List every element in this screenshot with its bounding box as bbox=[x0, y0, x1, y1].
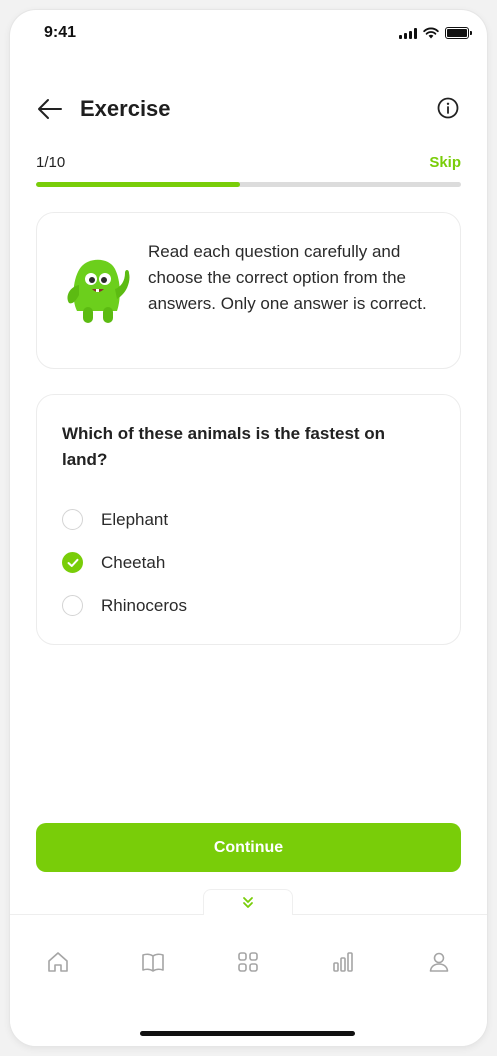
progress-fill bbox=[36, 182, 240, 187]
progress-count: 1/10 bbox=[36, 154, 66, 171]
wifi-icon bbox=[423, 27, 439, 39]
answer-option-rhinoceros[interactable]: Rhinoceros bbox=[62, 595, 187, 616]
mascot-illustration bbox=[67, 259, 130, 323]
continue-button[interactable]: Continue bbox=[36, 823, 461, 872]
home-indicator bbox=[140, 1031, 355, 1036]
option-label: Rhinoceros bbox=[101, 595, 187, 615]
back-button[interactable] bbox=[36, 96, 64, 122]
radio-button[interactable] bbox=[62, 595, 83, 616]
nav-item-profile[interactable] bbox=[426, 949, 452, 975]
double-chevron-down-icon bbox=[243, 896, 253, 908]
nav-item-stats[interactable] bbox=[330, 949, 356, 975]
home-icon bbox=[48, 952, 68, 972]
nav-item-categories[interactable] bbox=[235, 949, 261, 975]
progress-bar bbox=[36, 182, 461, 187]
nav-item-learn[interactable] bbox=[140, 949, 166, 975]
check-icon bbox=[67, 558, 78, 567]
radio-button[interactable] bbox=[62, 509, 83, 530]
answer-option-elephant[interactable]: Elephant bbox=[62, 509, 168, 530]
status-icons bbox=[399, 27, 472, 39]
nav-item-home[interactable] bbox=[45, 949, 71, 975]
question-text: Which of these animals is the fastest on… bbox=[62, 424, 386, 469]
skip-button[interactable]: Skip bbox=[429, 154, 461, 171]
bar-chart-icon bbox=[333, 952, 353, 972]
status-time: 9:41 bbox=[44, 24, 77, 41]
expand-nav-button[interactable] bbox=[203, 889, 293, 915]
user-icon bbox=[429, 952, 449, 972]
answer-option-cheetah[interactable]: Cheetah bbox=[62, 552, 165, 573]
arrow-left-icon bbox=[38, 99, 62, 119]
option-label: Cheetah bbox=[101, 552, 166, 572]
book-icon bbox=[142, 953, 164, 972]
question-card: Which of these animals is the fastest on… bbox=[36, 394, 461, 645]
info-icon bbox=[437, 97, 459, 119]
radio-button-checked[interactable] bbox=[62, 552, 83, 573]
phone-screen: 9:41 Exercise 1/10 Skip Read each questi… bbox=[10, 10, 487, 1046]
instruction-card: Read each question carefully and choose … bbox=[36, 212, 461, 369]
grid-icon bbox=[238, 952, 258, 972]
battery-icon bbox=[445, 27, 472, 39]
cellular-signal-icon bbox=[399, 27, 417, 39]
bottom-nav bbox=[10, 914, 487, 1046]
page-title: Exercise bbox=[80, 96, 171, 121]
instruction-text: Read each question carefully and choose … bbox=[148, 242, 427, 313]
info-button[interactable] bbox=[437, 97, 459, 119]
option-label: Elephant bbox=[101, 509, 169, 529]
